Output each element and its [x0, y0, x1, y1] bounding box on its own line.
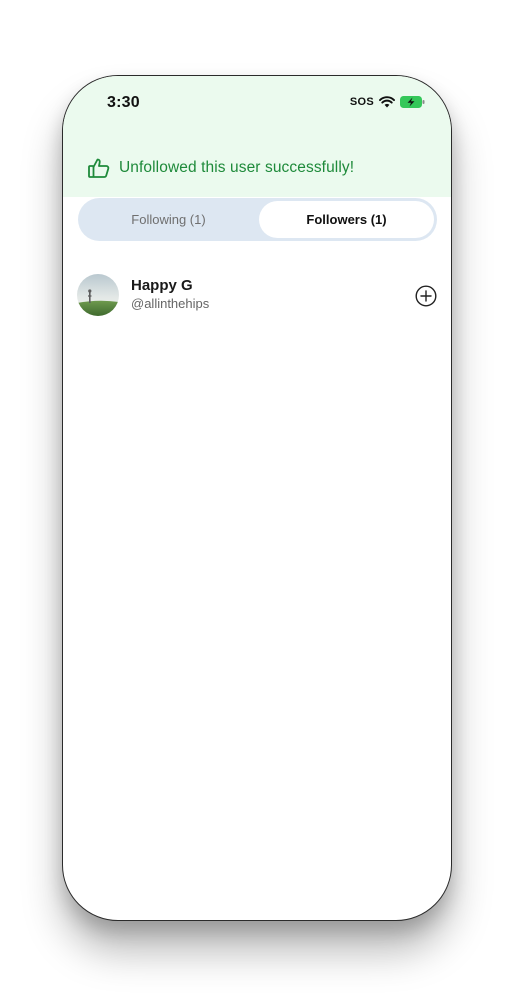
tab-followers[interactable]: Followers (1) — [259, 201, 434, 238]
phone-frame: 3:30 SOS Unfollowed this user successful… — [62, 75, 452, 921]
user-name[interactable]: Happy G — [131, 277, 193, 294]
status-indicators: SOS — [350, 96, 425, 108]
follow-button[interactable] — [415, 285, 437, 307]
follow-tabs: Following (1) Followers (1) — [78, 198, 437, 241]
add-circle-icon — [415, 285, 437, 307]
status-time: 3:30 — [107, 94, 140, 111]
wifi-icon — [379, 96, 395, 108]
toast-message: Unfollowed this user successfully! — [119, 159, 355, 176]
tab-following[interactable]: Following (1) — [81, 201, 256, 238]
thumbs-up-icon — [88, 158, 110, 178]
avatar[interactable] — [77, 274, 119, 316]
battery-charging-icon — [400, 96, 425, 108]
avatar-image — [77, 274, 119, 316]
toast-notification: Unfollowed this user successfully! — [87, 156, 354, 180]
sos-indicator: SOS — [349, 96, 374, 108]
user-handle: @allinthehips — [131, 296, 210, 311]
status-bar: 3:30 SOS — [63, 76, 451, 132]
list-item[interactable]: Happy G @allinthehips — [77, 274, 437, 318]
header-area: 3:30 SOS Unfollowed this user successful… — [63, 76, 451, 197]
